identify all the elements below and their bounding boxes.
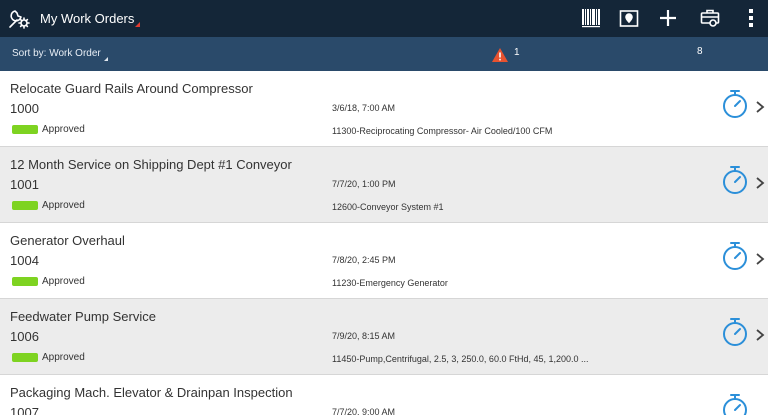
work-order-id: 1007	[10, 405, 39, 415]
warning-icon[interactable]	[491, 47, 509, 63]
page-title[interactable]: My Work Orders	[40, 11, 134, 26]
scheduled-date: 7/7/20, 1:00 PM	[332, 179, 396, 189]
scheduled-date: 7/7/20, 9:00 AM	[332, 407, 396, 415]
chevron-right-icon[interactable]	[755, 252, 765, 266]
asset-description: 11300-Reciprocating Compressor- Air Cool…	[332, 126, 553, 136]
asset-description: 12600-Conveyor System #1	[332, 202, 444, 212]
work-order-id: 1000	[10, 101, 39, 116]
scheduled-date: 7/9/20, 8:15 AM	[332, 331, 396, 341]
status-indicator	[12, 353, 38, 362]
work-order-row[interactable]: Packaging Mach. Elevator & Drainpan Insp…	[0, 375, 768, 415]
toolbox-icon[interactable]	[699, 7, 721, 29]
stopwatch-icon[interactable]	[720, 88, 750, 120]
work-order-title: Generator Overhaul	[10, 233, 125, 248]
stopwatch-icon[interactable]	[720, 240, 750, 272]
barcode-icon[interactable]	[580, 7, 602, 29]
status-indicator	[12, 277, 38, 286]
scheduled-date: 7/8/20, 2:45 PM	[332, 255, 396, 265]
more-vertical-icon[interactable]	[740, 7, 762, 29]
work-order-row[interactable]: Relocate Guard Rails Around Compressor 1…	[0, 71, 768, 147]
work-order-id: 1006	[10, 329, 39, 344]
work-order-id: 1004	[10, 253, 39, 268]
work-order-title: Packaging Mach. Elevator & Drainpan Insp…	[10, 385, 293, 400]
work-order-row[interactable]: Feedwater Pump Service 1006 Approved 7/9…	[0, 299, 768, 375]
work-order-list: Relocate Guard Rails Around Compressor 1…	[0, 71, 768, 415]
chevron-right-icon[interactable]	[755, 100, 765, 114]
asset-description: 11230-Emergency Generator	[332, 278, 448, 288]
chevron-right-icon[interactable]	[755, 328, 765, 342]
asset-description: 11450-Pump,Centrifugal, 2.5, 3, 250.0, 6…	[332, 354, 589, 364]
sort-bar: Sort by: Work Order	[0, 37, 768, 71]
chevron-right-icon[interactable]	[755, 176, 765, 190]
sort-caret-icon[interactable]	[104, 57, 108, 61]
status-text: Approved	[42, 352, 85, 363]
status-indicator	[12, 125, 38, 134]
work-order-title: 12 Month Service on Shipping Dept #1 Con…	[10, 157, 292, 172]
status-text: Approved	[42, 200, 85, 211]
wrench-gear-icon[interactable]	[6, 5, 32, 31]
status-text: Approved	[42, 124, 85, 135]
status-text: Approved	[42, 276, 85, 287]
total-count: 8	[697, 46, 703, 57]
plus-icon[interactable]	[657, 7, 679, 29]
work-order-id: 1001	[10, 177, 39, 192]
work-order-row[interactable]: Generator Overhaul 1004 Approved 7/8/20,…	[0, 223, 768, 299]
work-order-title: Relocate Guard Rails Around Compressor	[10, 81, 253, 96]
map-icon[interactable]	[618, 7, 640, 29]
scheduled-date: 3/6/18, 7:00 AM	[332, 103, 396, 113]
stopwatch-icon[interactable]	[720, 316, 750, 348]
stopwatch-icon[interactable]	[720, 164, 750, 196]
stopwatch-icon[interactable]	[720, 392, 750, 415]
sort-dropdown[interactable]: Sort by: Work Order	[12, 48, 101, 59]
title-dropdown-caret-icon[interactable]	[135, 22, 140, 27]
status-indicator	[12, 201, 38, 210]
warning-count: 1	[514, 47, 520, 58]
app-header: My Work Orders	[0, 0, 768, 37]
work-order-row[interactable]: 12 Month Service on Shipping Dept #1 Con…	[0, 147, 768, 223]
work-order-title: Feedwater Pump Service	[10, 309, 156, 324]
